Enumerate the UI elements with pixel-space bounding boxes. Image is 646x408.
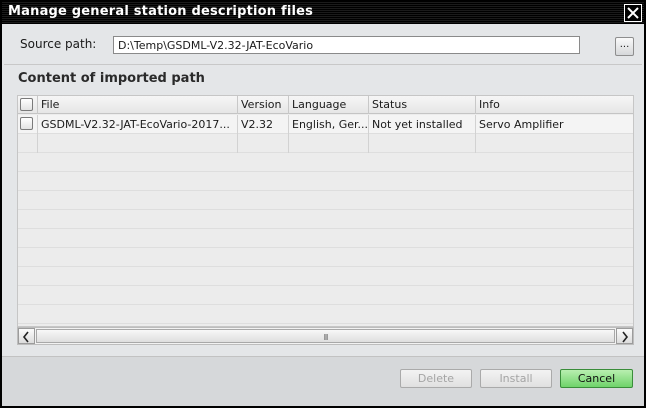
table-header: File Version Language Status Info bbox=[18, 96, 633, 114]
select-all-checkbox[interactable] bbox=[20, 98, 33, 111]
row-select-cell bbox=[18, 115, 38, 134]
column-header-info[interactable]: Info bbox=[476, 96, 633, 114]
cancel-button[interactable]: Cancel bbox=[560, 369, 633, 388]
install-button[interactable]: Install bbox=[480, 369, 552, 388]
cell-status: Not yet installed bbox=[369, 115, 476, 134]
empty-row bbox=[18, 229, 633, 248]
title-bar[interactable]: Manage general station description files bbox=[2, 2, 644, 24]
empty-row bbox=[18, 305, 633, 324]
browse-button[interactable]: ... bbox=[615, 37, 634, 56]
gsd-file-table: File Version Language Status Info GSDML-… bbox=[17, 95, 634, 327]
row-checkbox[interactable] bbox=[20, 117, 33, 130]
horizontal-scrollbar[interactable]: lll bbox=[17, 327, 634, 345]
cell-language: English, Ger... bbox=[289, 115, 369, 134]
chevron-left-icon bbox=[22, 331, 29, 343]
empty-row bbox=[18, 153, 633, 172]
empty-row bbox=[18, 267, 633, 286]
empty-row bbox=[18, 248, 633, 267]
delete-button[interactable]: Delete bbox=[400, 369, 472, 388]
source-path-label: Source path: bbox=[20, 37, 97, 51]
manage-gsd-dialog: Manage general station description files… bbox=[0, 0, 646, 408]
column-header-status[interactable]: Status bbox=[369, 96, 476, 114]
scroll-thumb[interactable]: lll bbox=[36, 329, 615, 343]
grip-icon: lll bbox=[323, 333, 329, 342]
dialog-title: Manage general station description files bbox=[8, 4, 314, 19]
chevron-right-icon bbox=[622, 331, 629, 343]
empty-row bbox=[18, 210, 633, 229]
section-title: Content of imported path bbox=[18, 71, 205, 86]
divider bbox=[4, 64, 642, 65]
empty-row bbox=[18, 191, 633, 210]
select-all-cell bbox=[18, 96, 38, 114]
close-button[interactable] bbox=[624, 4, 642, 22]
source-path-input[interactable]: D:\Temp\GSDML-V2.32-JAT-EcoVario bbox=[113, 36, 580, 54]
cell-info: Servo Amplifier bbox=[479, 118, 564, 131]
empty-row bbox=[18, 286, 633, 305]
scroll-right-button[interactable] bbox=[616, 328, 633, 344]
cell-file: GSDML-V2.32-JAT-EcoVario-2017... bbox=[38, 115, 238, 134]
column-header-language[interactable]: Language bbox=[289, 96, 369, 114]
scroll-left-button[interactable] bbox=[18, 328, 35, 344]
close-icon bbox=[627, 7, 639, 19]
table-row[interactable]: GSDML-V2.32-JAT-EcoVario-2017... V2.32 E… bbox=[18, 115, 633, 134]
column-header-file[interactable]: File bbox=[38, 96, 238, 114]
empty-row bbox=[18, 134, 633, 153]
empty-row bbox=[18, 172, 633, 191]
column-header-version[interactable]: Version bbox=[238, 96, 289, 114]
cell-version: V2.32 bbox=[238, 115, 289, 134]
